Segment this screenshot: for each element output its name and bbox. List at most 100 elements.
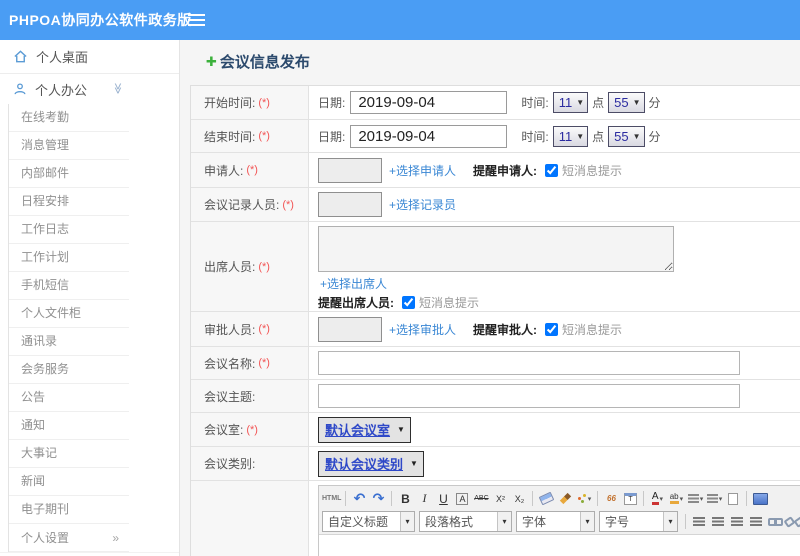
sidebar-item-supervision[interactable]: 督查督办 » xyxy=(0,552,179,556)
unordered-list-icon[interactable]: ▾ xyxy=(705,490,723,508)
approver-sms-checkbox[interactable] xyxy=(545,322,559,336)
align-center-icon[interactable] xyxy=(709,513,727,531)
caret-down-icon: ▾ xyxy=(663,512,677,531)
sidebar-item-label: 个人办公 xyxy=(35,82,88,98)
paste-icon[interactable] xyxy=(621,490,639,508)
select-recorder-link[interactable]: +选择记录员 xyxy=(389,196,456,213)
attendee-sms-checkbox[interactable] xyxy=(402,296,415,309)
form-row-attendees: 出席人员: (*) +选择出席人 提醒出席人员: 短消息提示 xyxy=(191,222,800,312)
link-icon[interactable] xyxy=(766,513,784,531)
form-row-meeting-category: 会议类别: 默认会议类别 ▼ xyxy=(191,447,800,481)
field-label: 开始时间: (*) xyxy=(191,86,309,119)
select-applicant-link[interactable]: +选择申请人 xyxy=(389,162,456,179)
sidebar-item-personal-settings[interactable]: 个人设置 » xyxy=(9,524,129,552)
html-source-icon[interactable] xyxy=(322,490,341,508)
hamburger-menu-icon[interactable] xyxy=(188,14,205,26)
date-label: 日期: xyxy=(318,96,346,110)
fullscreen-icon[interactable] xyxy=(751,490,769,508)
sidebar-sub-item[interactable]: 在线考勤 xyxy=(9,104,129,132)
editor-content-area[interactable] xyxy=(319,535,800,556)
editor-format-select[interactable]: 字号 ▾ xyxy=(599,511,678,532)
field-label: 申请人: (*) xyxy=(191,153,309,187)
font-box-icon[interactable] xyxy=(453,490,471,508)
start-minute-select[interactable]: 55 ▼ xyxy=(608,92,645,113)
align-left-icon[interactable] xyxy=(690,513,708,531)
field-label: 会议类别: xyxy=(191,447,309,480)
minute-suffix: 分 xyxy=(648,96,661,110)
caret-down-icon: ▾ xyxy=(497,512,511,531)
brush-icon[interactable] xyxy=(556,490,574,508)
recorder-input[interactable] xyxy=(318,192,382,217)
start-date-input[interactable] xyxy=(350,91,508,114)
sidebar-sub-item[interactable]: 内部邮件 xyxy=(9,160,129,188)
meeting-room-select[interactable]: 默认会议室 ▼ xyxy=(318,416,411,443)
sidebar-item-personal-desktop[interactable]: 个人桌面 xyxy=(0,40,179,74)
end-hour-select[interactable]: 11 ▼ xyxy=(552,125,589,147)
applicant-input[interactable] xyxy=(318,157,382,183)
caret-down-icon: ▾ xyxy=(679,495,684,503)
italic-icon[interactable] xyxy=(415,490,433,508)
chevron-down-icon[interactable]: ≫ xyxy=(111,83,124,95)
sidebar-sub-item[interactable]: 电子期刊 xyxy=(9,496,129,524)
sms-hint-label: 短消息提示 xyxy=(562,322,623,337)
align-right-icon[interactable] xyxy=(728,513,746,531)
align-justify-icon[interactable] xyxy=(747,513,765,531)
sidebar-item-personal-office[interactable]: 个人办公 ≫ xyxy=(0,74,179,104)
editor-format-select[interactable]: 自定义标题 ▾ xyxy=(322,511,415,532)
field-label: 出席人员: (*) xyxy=(191,222,309,311)
editor-format-select[interactable]: 字体 ▾ xyxy=(516,511,595,532)
sidebar-sub-item[interactable]: 日程安排 xyxy=(9,188,129,216)
toolbar-separator xyxy=(532,491,534,506)
strikethrough-icon[interactable] xyxy=(472,490,490,508)
sidebar-sub-item[interactable]: 会务服务 xyxy=(9,356,129,384)
form-row-content-editor: ▾ ▾ ▾ ▾ ▾ 自定义标题▾段落格式▾字体▾字号▾ xyxy=(191,481,800,556)
meeting-category-select[interactable]: 默认会议类别 ▼ xyxy=(318,450,424,477)
sidebar-sub-item[interactable]: 通知 xyxy=(9,412,129,440)
select-attendee-link[interactable]: +选择出席人 xyxy=(320,275,387,292)
approver-input[interactable] xyxy=(318,316,382,342)
underline-icon[interactable] xyxy=(434,490,452,508)
blockquote-icon[interactable] xyxy=(602,490,620,508)
sidebar-sub-item[interactable]: 工作计划 xyxy=(9,244,129,272)
ordered-list-icon[interactable]: ▾ xyxy=(686,490,704,508)
end-date-input[interactable] xyxy=(350,124,508,148)
minute-suffix: 分 xyxy=(648,129,661,144)
sidebar-sub-item[interactable]: 公告 xyxy=(9,384,129,412)
sidebar-sub-item[interactable]: 手机短信 xyxy=(9,272,129,300)
select-approver-link[interactable]: +选择审批人 xyxy=(389,321,456,338)
meeting-subject-input[interactable] xyxy=(318,384,740,408)
undo-icon[interactable] xyxy=(350,490,368,508)
font-color-icon[interactable]: ▾ xyxy=(648,490,666,508)
home-icon xyxy=(13,49,28,64)
eraser-icon[interactable] xyxy=(537,490,555,508)
subscript-icon[interactable] xyxy=(510,490,528,508)
start-hour-select[interactable]: 11 ▼ xyxy=(552,92,589,113)
sidebar-sub-item[interactable]: 新闻 xyxy=(9,468,129,496)
toolbar-separator xyxy=(643,491,645,506)
highlight-icon[interactable]: ▾ xyxy=(667,490,685,508)
attendees-textarea[interactable] xyxy=(318,226,674,272)
redo-icon[interactable] xyxy=(369,490,387,508)
time-label: 时间: xyxy=(521,96,549,110)
applicant-sms-checkbox[interactable] xyxy=(545,163,559,177)
meeting-name-input[interactable] xyxy=(318,351,740,375)
caret-down-icon: ▼ xyxy=(410,458,418,468)
field-label: 会议记录人员: (*) xyxy=(191,188,309,221)
sidebar: 个人桌面 个人办公 ≫ 在线考勤 消息管理 内部邮件 日程安排 工作日志 工作计划 手机短信… xyxy=(0,40,180,556)
sidebar-sub-item[interactable]: 大事记 xyxy=(9,440,129,468)
sidebar-sub-item[interactable]: 消息管理 xyxy=(9,132,129,160)
end-minute-select[interactable]: 55 ▼ xyxy=(608,125,645,147)
sidebar-sub-item[interactable]: 通讯录 xyxy=(9,328,129,356)
sidebar-sub-item[interactable]: 个人文件柜 xyxy=(9,300,129,328)
sidebar-sub-item[interactable]: 工作日志 xyxy=(9,216,129,244)
bold-icon[interactable] xyxy=(396,490,414,508)
unlink-icon[interactable] xyxy=(785,513,800,531)
caret-down-icon: ▼ xyxy=(576,131,585,141)
palette-icon[interactable]: ▾ xyxy=(575,490,593,508)
editor-format-select[interactable]: 段落格式 ▾ xyxy=(419,511,512,532)
time-label: 时间: xyxy=(521,129,549,144)
top-bar: PHPOA协同办公软件政务版 xyxy=(0,0,800,40)
toolbar-separator xyxy=(746,491,748,506)
superscript-icon[interactable] xyxy=(491,490,509,508)
new-page-icon[interactable] xyxy=(724,490,742,508)
